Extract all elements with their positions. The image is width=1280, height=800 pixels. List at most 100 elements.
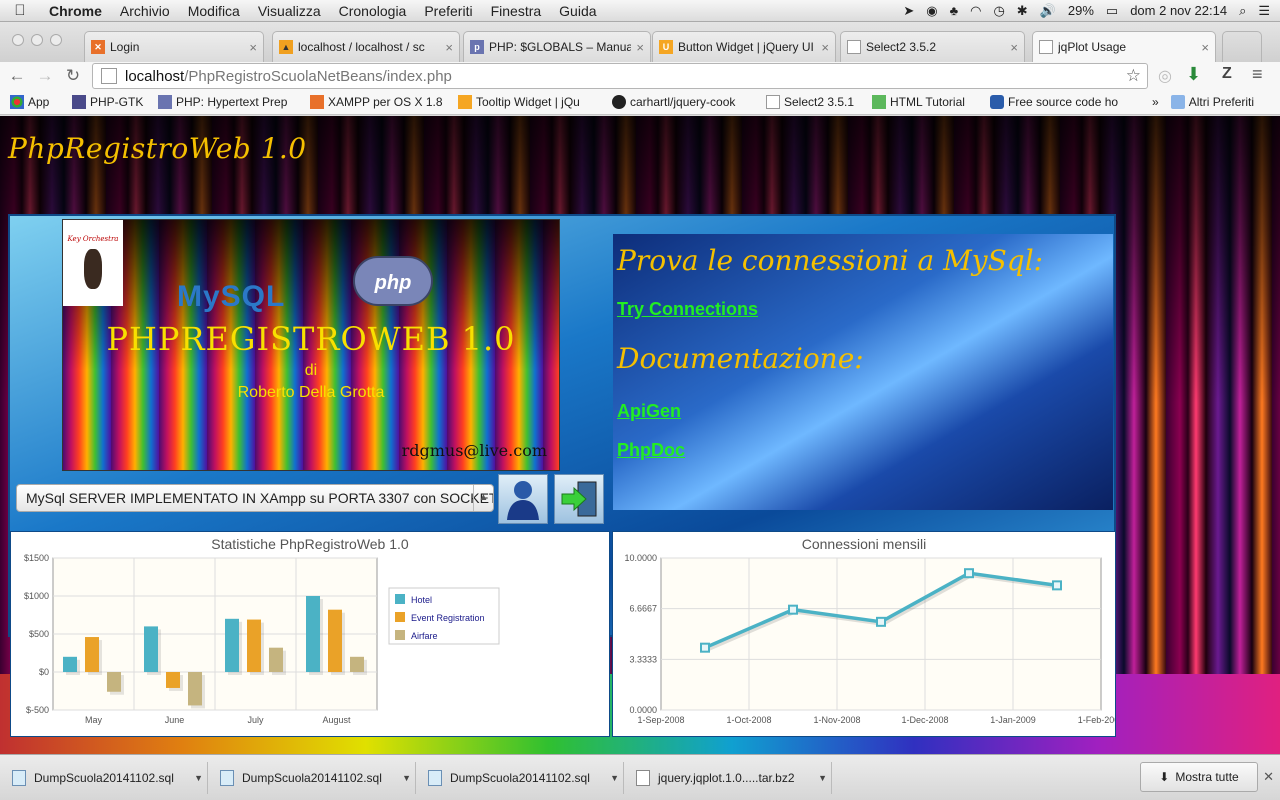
bookmark-xampp[interactable]: XAMPP per OS X 1.8 [310,95,448,109]
x-tick-label: 1-Oct-2008 [726,715,771,725]
battery-icon: ▭ [1105,2,1119,18]
bookmark-other[interactable]: Altri Preferiti [1170,95,1254,109]
tab-phpmyadmin[interactable]: ▲ localhost / localhost / sc × [272,31,460,62]
back-icon[interactable]: ← [6,66,28,86]
page-title: PhpRegistroWeb 1.0 [8,132,307,165]
menu-finestra[interactable]: Finestra [482,3,551,19]
close-tab-icon[interactable]: × [249,40,257,55]
close-shelf-icon[interactable]: ✕ [1263,769,1274,785]
w3schools-icon [872,95,886,109]
bar [144,626,158,672]
chevron-down-icon[interactable]: ▼ [194,773,203,783]
menu-archivio[interactable]: Archivio [111,3,179,19]
address-bar[interactable]: localhost/PhpRegistroScuolaNetBeans/inde… [92,63,1148,89]
tab-select2[interactable]: Select2 3.5.2 × [840,31,1025,62]
star-icon[interactable]: ☆ [1126,66,1141,86]
url-host: localhost [125,67,185,85]
bookmark-html-tutorial[interactable]: HTML Tutorial [872,95,980,109]
evernote-icon[interactable]: ♣ [950,3,959,18]
x-tick-label: June [165,715,185,725]
line-chart: 0.0000 3.3333 6.6667 10.0000 1-Sep-2008 1-Oct… [624,553,1124,725]
close-tab-icon[interactable]: × [445,40,453,55]
close-window-button[interactable] [12,34,24,46]
data-point [1052,580,1062,591]
chevron-down-icon[interactable]: ▲ [473,485,493,511]
notifications-icon[interactable]: ☰ [1258,3,1270,19]
x-tick-label: July [247,715,264,725]
time-machine-icon[interactable]: ◷ [993,3,1004,19]
menu-visualizza[interactable]: Visualizza [249,3,330,19]
chevron-down-icon[interactable]: ▼ [610,773,619,783]
legend-label: Hotel [411,595,432,605]
clock[interactable]: dom 2 nov 22:14 [1130,3,1227,18]
bookmark-select2[interactable]: Select2 3.5.1 [766,95,862,109]
page-icon [1039,40,1053,54]
bookmark-php-gtk[interactable]: PHP-GTK [72,95,148,109]
folder-icon [1170,95,1185,109]
phpdoc-link[interactable]: PhpDoc [617,440,1109,461]
reload-icon[interactable]: ↻ [62,66,84,86]
forward-icon[interactable]: → [34,66,56,86]
close-tab-icon[interactable]: × [821,40,829,55]
bookmark-free-source-code[interactable]: Free source code ho [990,95,1130,109]
data-point [700,642,710,653]
zotero-icon[interactable]: Z [1222,65,1232,83]
menu-icon[interactable]: ≡ [1252,64,1263,85]
tab-login[interactable]: ✕ Login × [84,31,264,62]
bar [269,647,283,672]
y-tick-label: $-500 [26,705,49,715]
download-item[interactable]: DumpScuola20141102.sql ▼ [212,761,416,794]
menu-app[interactable]: Chrome [40,3,111,19]
download-item[interactable]: DumpScuola20141102.sql ▼ [420,761,624,794]
menu-modifica[interactable]: Modifica [179,3,249,19]
battery-percent[interactable]: 29% [1068,3,1094,18]
close-tab-icon[interactable]: × [636,40,644,55]
data-point [788,604,798,615]
search-icon[interactable]: ⌕ [1239,3,1246,19]
apigen-link[interactable]: ApiGen [617,401,1109,422]
new-tab-button[interactable] [1222,31,1262,62]
bookmark-label: HTML Tutorial [890,95,965,109]
download-filename: jquery.jqplot.1.0.....tar.bz2 [658,770,795,785]
try-connections-link[interactable]: Try Connections [617,299,1109,320]
location-icon[interactable]: ➤ [903,3,914,19]
bookmark-jquery-cookie[interactable]: carhartl/jquery-cook [612,95,756,109]
wifi-icon[interactable]: ◠ [970,3,981,19]
bookmarks-overflow-chevron[interactable]: » [1152,95,1159,109]
xampp-icon: ✕ [91,40,105,54]
legend-label: Airfare [411,631,438,641]
tab-php-globals[interactable]: p PHP: $GLOBALS – Manual × [463,31,651,62]
show-all-downloads-button[interactable]: ⬇ Mostra tutte [1140,762,1258,792]
download-icon[interactable]: ⬇ [1186,64,1201,85]
extension-icon[interactable]: ◎ [1158,66,1172,86]
menu-cronologia[interactable]: Cronologia [330,3,416,19]
download-shelf: DumpScuola20141102.sql ▼ DumpScuola201411… [0,754,1280,800]
phpmyadmin-icon: ▲ [279,40,293,54]
x-tick-label: 1-Nov-2008 [813,715,860,725]
status-icon[interactable]: ◉ [926,3,937,19]
chevron-down-icon[interactable]: ▼ [818,773,827,783]
bar [328,609,342,672]
chevron-down-icon[interactable]: ▼ [402,773,411,783]
tab-jqplot-usage[interactable]: jqPlot Usage × [1032,31,1216,62]
zoom-window-button[interactable] [50,34,62,46]
menu-guida[interactable]: Guida [550,3,605,19]
close-tab-icon[interactable]: × [1201,40,1209,55]
exit-button[interactable] [554,474,604,524]
bookmark-tooltip-widget[interactable]: Tooltip Widget | jQu [458,95,602,109]
bookmark-label: PHP-GTK [90,95,144,109]
download-item[interactable]: jquery.jqplot.1.0.....tar.bz2 ▼ [628,761,832,794]
minimize-window-button[interactable] [31,34,43,46]
tab-button-widget[interactable]: U Button Widget | jQuery UI × [652,31,836,62]
bookmark-php-hypertext[interactable]: PHP: Hypertext Prep [158,95,300,109]
github-icon [612,95,626,109]
volume-icon[interactable]: 🔊 [1040,3,1056,19]
server-select[interactable]: MySql SERVER IMPLEMENTATO IN XAmpp su PO… [16,484,494,512]
close-tab-icon[interactable]: × [1010,40,1018,55]
download-item[interactable]: DumpScuola20141102.sql ▼ [4,761,208,794]
bookmark-app[interactable]: App [10,95,62,109]
bluetooth-icon[interactable]: ✱ [1017,3,1028,19]
apple-menu-icon[interactable]:  [0,2,40,19]
menu-preferiti[interactable]: Preferiti [415,3,481,19]
login-user-button[interactable] [498,474,548,524]
